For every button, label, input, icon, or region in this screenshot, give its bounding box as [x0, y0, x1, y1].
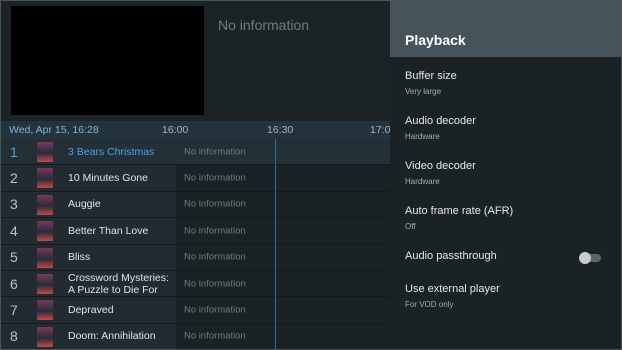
video-preview[interactable] [11, 6, 204, 115]
channel-row[interactable]: 7 Depraved No information [1, 297, 390, 324]
program-title: No information [184, 304, 246, 316]
channel-list: 1 3 Bears Christmas No information 2 10 … [1, 139, 390, 349]
setting-value: Hardware [405, 132, 440, 141]
time-tick: 16:30 [267, 124, 294, 136]
channel-logo-icon [37, 300, 53, 321]
setting-label: Use external player [405, 283, 500, 295]
program-cell[interactable]: No information [176, 191, 390, 218]
channel-number: 6 [10, 275, 18, 292]
channel-logo-icon [37, 326, 53, 347]
program-title: No information [184, 225, 246, 237]
program-title: No information [184, 251, 246, 263]
setting-label: Audio decoder [405, 115, 476, 127]
channel-name: Bliss [68, 251, 91, 264]
setting-audio-decoder[interactable]: Audio decoder Hardware [390, 115, 621, 155]
channel-row[interactable]: 6 Crossword Mysteries: A Puzzle to Die F… [1, 271, 390, 298]
audio-passthrough-toggle[interactable] [579, 252, 601, 264]
program-title: No information [184, 278, 246, 290]
program-cell[interactable]: No information [176, 139, 390, 165]
channel-number: 7 [10, 302, 18, 319]
setting-value: Off [405, 222, 416, 231]
setting-external-player[interactable]: Use external player For VOD only [390, 283, 621, 323]
channel-name: 3 Bears Christmas [68, 145, 155, 158]
channel-cell: 1 3 Bears Christmas [1, 139, 176, 165]
setting-value: Hardware [405, 177, 440, 186]
channel-row[interactable]: 3 Auggie No information [1, 191, 390, 219]
channel-cell: 4 Better Than Love [1, 218, 176, 244]
channel-name: Depraved [68, 304, 114, 317]
channel-row[interactable]: 8 Doom: Annihilation No information [1, 323, 390, 349]
panel-header: Playback [390, 1, 621, 57]
setting-label: Buffer size [405, 70, 457, 82]
setting-video-decoder[interactable]: Video decoder Hardware [390, 160, 621, 200]
channel-logo-icon [37, 274, 53, 294]
program-info-text: No information [218, 17, 310, 33]
channel-number: 3 [10, 196, 18, 213]
channel-number: 1 [10, 143, 18, 160]
settings-panel: Playback Buffer size Very large Audio de… [390, 1, 621, 349]
timeline-bar: Wed, Apr 15, 16:28 16:00 16:30 17:0 [1, 121, 390, 139]
setting-label: Audio passthrough [405, 250, 497, 262]
channel-cell: 2 10 Minutes Gone [1, 165, 176, 191]
program-title: No information [184, 146, 246, 158]
time-tick: 16:00 [162, 124, 189, 136]
channel-cell: 6 Crossword Mysteries: A Puzzle to Die F… [1, 271, 176, 297]
current-datetime: Wed, Apr 15, 16:28 [9, 124, 99, 136]
channel-number: 8 [10, 328, 18, 345]
setting-value: For VOD only [405, 300, 454, 309]
channel-row[interactable]: 1 3 Bears Christmas No information [1, 139, 390, 166]
setting-label: Video decoder [405, 160, 476, 172]
channel-number: 4 [10, 222, 18, 239]
program-cell[interactable]: No information [176, 297, 390, 323]
program-title: No information [184, 198, 246, 210]
time-tick: 17:0 [370, 124, 391, 136]
channel-name: Better Than Love [68, 224, 149, 237]
toggle-knob [579, 252, 591, 264]
channel-number: 5 [10, 249, 18, 266]
channel-name: Doom: Annihilation [68, 330, 156, 343]
channel-name: Auggie [68, 198, 101, 211]
channel-name: 10 Minutes Gone [68, 172, 148, 185]
channel-logo-icon [37, 168, 53, 189]
channel-logo-icon [37, 247, 53, 268]
channel-cell: 3 Auggie [1, 191, 176, 218]
channel-logo-icon [37, 221, 53, 242]
channel-logo-icon [37, 194, 53, 215]
setting-value: Very large [405, 87, 442, 96]
channel-cell: 5 Bliss [1, 244, 176, 270]
setting-auto-frame-rate[interactable]: Auto frame rate (AFR) Off [390, 205, 621, 245]
channel-row[interactable]: 5 Bliss No information [1, 244, 390, 271]
channel-name: Crossword Mysteries: A Puzzle to Die For [68, 271, 169, 296]
channel-cell: 8 Doom: Annihilation [1, 323, 176, 349]
program-cell[interactable]: No information [176, 271, 390, 297]
panel-title: Playback [405, 32, 466, 48]
channel-logo-icon [37, 142, 53, 162]
channel-row[interactable]: 2 10 Minutes Gone No information [1, 165, 390, 192]
program-cell[interactable]: No information [176, 165, 390, 191]
program-title: No information [184, 330, 246, 342]
channel-number: 2 [10, 170, 18, 187]
tv-guide: No information Wed, Apr 15, 16:28 16:00 … [1, 1, 390, 349]
app-window: No information Wed, Apr 15, 16:28 16:00 … [0, 0, 622, 350]
channel-row[interactable]: 4 Better Than Love No information [1, 218, 390, 245]
setting-label: Auto frame rate (AFR) [405, 205, 514, 217]
program-cell[interactable]: No information [176, 218, 390, 244]
program-cell[interactable]: No information [176, 244, 390, 270]
program-cell[interactable]: No information [176, 323, 390, 349]
program-title: No information [184, 172, 246, 184]
channel-cell: 7 Depraved [1, 297, 176, 323]
setting-buffer-size[interactable]: Buffer size Very large [390, 70, 621, 110]
current-time-indicator [275, 139, 276, 349]
